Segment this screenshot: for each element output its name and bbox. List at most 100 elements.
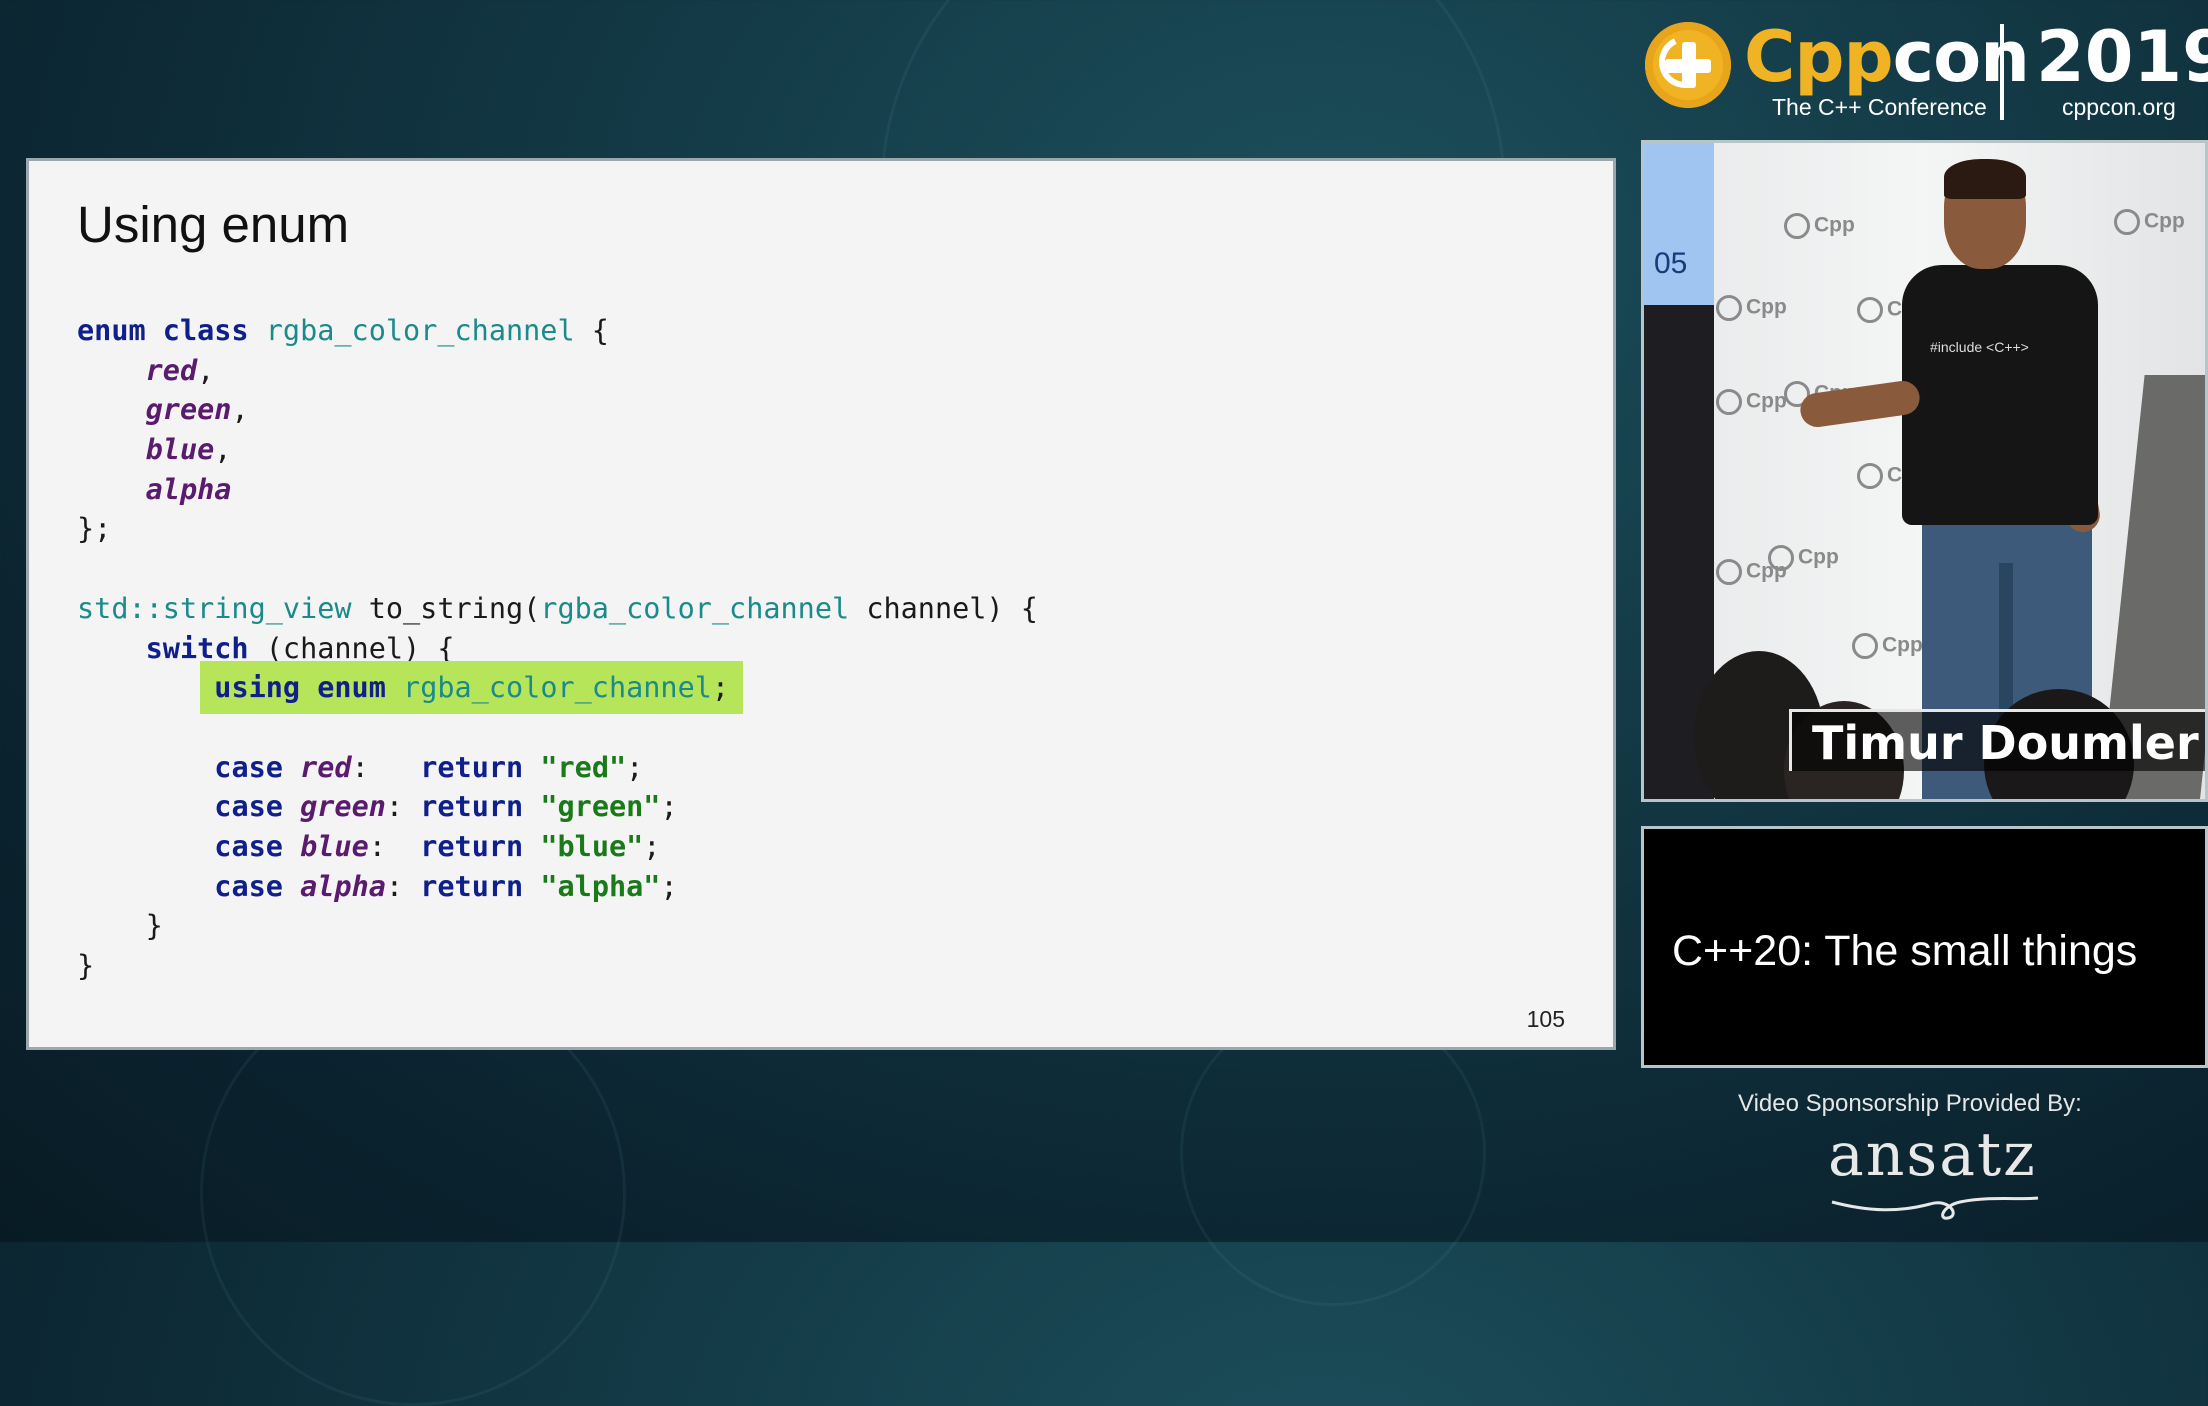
code-line: using enum rgba_color_channel; — [77, 661, 1038, 715]
speaker-nameplate: Timur Doumler — [1789, 709, 2205, 771]
code-token: : — [385, 790, 421, 824]
code-line: }; — [77, 509, 1038, 549]
code-token: alpha — [300, 869, 386, 903]
speaker-name: Timur Doumler — [1812, 716, 2199, 770]
backdrop-logo: Cpp — [1784, 213, 1855, 239]
code-token: { — [574, 314, 609, 347]
slide-page-number: 105 — [1526, 1006, 1565, 1032]
code-token: }; — [77, 512, 112, 546]
presentation-slide: Using enum enum class rgba_color_channel… — [26, 158, 1616, 1050]
code-token: alpha — [145, 472, 232, 506]
backdrop-logo: Cpp — [1852, 633, 1923, 659]
code-token: "blue" — [540, 829, 644, 863]
talk-title: C++20: The small things — [1672, 927, 2138, 975]
code-token: green — [300, 790, 386, 824]
code-token: std::string_view — [77, 591, 352, 625]
code-token: case — [214, 790, 283, 824]
code-token: blue — [300, 829, 369, 863]
backdrop-logo: Cpp — [1716, 389, 1787, 415]
logo-subtitle: The C++ Conference — [1772, 94, 1987, 120]
code-token: (channel) { — [248, 631, 455, 665]
code-token: case — [214, 869, 283, 903]
code-token: switch — [145, 631, 249, 665]
shirt-print: #include <C++> — [1930, 339, 2029, 355]
code-token: blue — [145, 433, 215, 467]
code-token: , — [214, 433, 232, 467]
code-line: std::string_view to_string(rgba_color_ch… — [77, 589, 1038, 629]
code-token: to_string( — [351, 591, 541, 625]
code-line: enum class rgba_color_channel { — [77, 311, 1038, 351]
backdrop-logo: Cpp — [2114, 209, 2185, 235]
code-block: enum class rgba_color_channel { red, gre… — [77, 311, 1038, 986]
code-line: case alpha: return "alpha"; — [77, 867, 1038, 907]
logo-divider — [2000, 24, 2004, 120]
code-token: red — [300, 750, 352, 784]
cppcon-logo-icon — [1645, 22, 1731, 108]
talk-title-box: C++20: The small things — [1641, 826, 2208, 1068]
code-line: blue, — [77, 430, 1038, 470]
code-token: return — [420, 829, 524, 863]
code-token: "green" — [540, 790, 661, 824]
sponsor-logo: ansatz — [1828, 1120, 2037, 1190]
code-token: return — [420, 750, 524, 784]
code-token: case — [214, 750, 283, 784]
backdrop-logo: Cpp — [1768, 545, 1839, 571]
code-line: case red: return "red"; — [77, 748, 1038, 788]
code-token: ; — [643, 829, 661, 863]
code-token: ; — [711, 671, 730, 705]
sponsor-logo-swash — [1831, 1196, 2039, 1220]
code-line: green, — [77, 390, 1038, 430]
code-token: , — [231, 393, 249, 427]
logo-name: Cppcon — [1744, 16, 2030, 98]
code-line: case blue: return "blue"; — [77, 827, 1038, 867]
code-token: ; — [626, 750, 644, 784]
code-token: rgba_color_channel — [265, 314, 575, 347]
code-line: } — [77, 906, 1038, 946]
projected-slide-number: 05 — [1654, 247, 1688, 280]
code-line: case green: return "green"; — [77, 787, 1038, 827]
code-token: "alpha" — [540, 869, 661, 903]
slide-title: Using enum — [77, 196, 350, 253]
code-token: channel) { — [849, 591, 1038, 625]
code-token: ; — [660, 869, 678, 903]
speaker-hair — [1944, 159, 2026, 199]
cppcon-logo: Cppcon The C++ Conference 2019 cppcon.or… — [1640, 14, 2208, 124]
code-line: } — [77, 946, 1038, 986]
logo-name-cpp: Cpp — [1744, 16, 1894, 98]
code-token: green — [145, 393, 232, 427]
code-token: } — [77, 949, 95, 982]
code-token: red — [145, 353, 198, 387]
code-token: ; — [660, 790, 678, 824]
logo-year: 2019 — [2036, 16, 2208, 98]
code-token: case — [214, 829, 283, 863]
code-token: rgba_color_channel — [540, 591, 850, 625]
code-token: return — [420, 869, 524, 903]
backdrop-logo: Cpp — [1716, 295, 1787, 321]
code-token: "red" — [540, 750, 627, 784]
sponsor-label: Video Sponsorship Provided By: — [1738, 1090, 2082, 1117]
highlighted-code: using enum rgba_color_channel; — [200, 661, 744, 715]
code-line: alpha — [77, 470, 1038, 510]
code-line: red, — [77, 351, 1038, 391]
code-token: enum class — [77, 314, 249, 347]
